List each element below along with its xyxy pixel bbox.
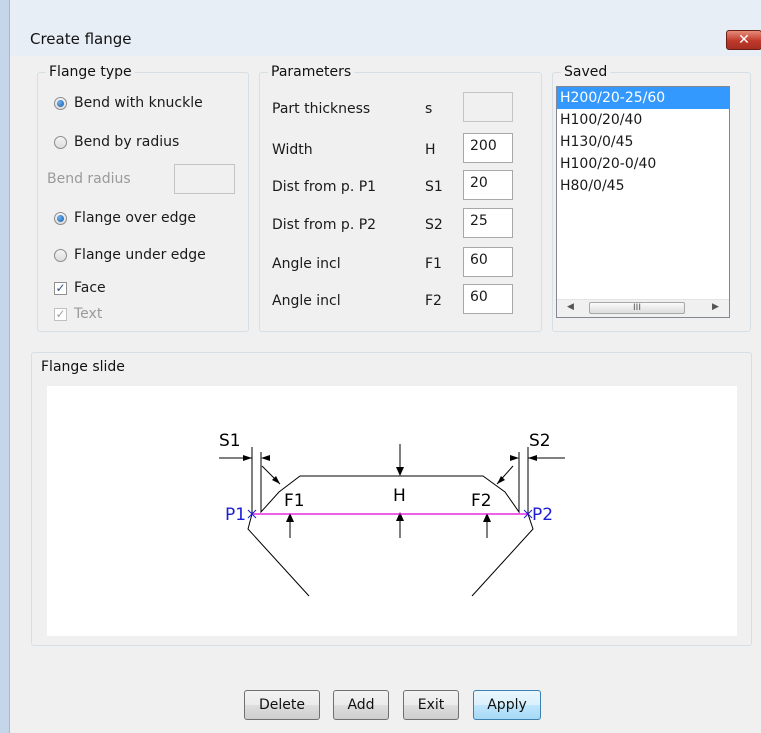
- radio-bend-by-radius[interactable]: Bend by radius: [54, 134, 179, 150]
- s2-arrow-icon: [528, 455, 537, 461]
- flange-slide-legend: Flange slide: [38, 359, 128, 375]
- param-label: Angle incl: [272, 256, 341, 272]
- parameters-legend: Parameters: [268, 64, 355, 80]
- param-label: Part thickness: [272, 101, 371, 117]
- face-checkbox[interactable]: ✓ Face: [54, 280, 106, 296]
- p2-label: P2: [532, 505, 553, 525]
- param-symbol: s: [425, 101, 433, 117]
- param-label: Dist from p. P2: [272, 217, 377, 233]
- saved-list-item[interactable]: H130/0/45: [557, 131, 729, 153]
- radio-label: Flange under edge: [74, 247, 206, 263]
- radio-indicator: [54, 211, 67, 225]
- h-arrow-icon: [396, 467, 404, 476]
- s1-arrow-icon: [243, 455, 252, 461]
- param-field-h[interactable]: 200: [463, 133, 513, 163]
- param-field-f1[interactable]: 60: [463, 247, 513, 277]
- param-symbol: S1: [425, 179, 443, 195]
- scroll-right-icon[interactable]: ▶: [712, 302, 719, 312]
- saved-list-item[interactable]: H80/0/45: [557, 175, 729, 197]
- saved-list-item[interactable]: H100/20/40: [557, 109, 729, 131]
- radio-flange-over-edge[interactable]: Flange over edge: [54, 210, 196, 226]
- p1-label: P1: [225, 505, 246, 525]
- param-field-s1[interactable]: 20: [463, 170, 513, 200]
- text-checkbox[interactable]: ✓ Text: [54, 306, 102, 322]
- param-label: Angle incl: [272, 293, 341, 309]
- add-button[interactable]: Add: [333, 690, 389, 720]
- window-title: Create flange: [30, 30, 132, 48]
- radio-bend-with-knuckle[interactable]: Bend with knuckle: [54, 95, 203, 111]
- param-symbol: H: [425, 142, 436, 158]
- f2-arrow-icon: [497, 476, 505, 484]
- flange-type-legend: Flange type: [46, 64, 135, 80]
- flange-diagram: S1 S2 F1 F2 H P1 P2: [219, 431, 565, 597]
- s1-arrow-icon: [261, 455, 270, 461]
- param-label: Dist from p. P1: [272, 179, 377, 195]
- radio-label: Bend by radius: [74, 134, 180, 150]
- checkmark-icon: ✓: [54, 280, 67, 295]
- bend-radius-label: Bend radius: [47, 171, 131, 187]
- radio-label: Flange over edge: [74, 210, 197, 226]
- param-label: Width: [272, 142, 313, 158]
- s1-label: S1: [219, 431, 241, 451]
- scroll-left-icon[interactable]: ◀: [567, 302, 574, 312]
- h-arrow-icon: [396, 512, 404, 521]
- s2-arrow-icon: [510, 455, 519, 461]
- saved-legend: Saved: [561, 64, 611, 80]
- radio-indicator: [54, 248, 67, 262]
- bend-radius-field[interactable]: [174, 164, 235, 194]
- horizontal-scrollbar[interactable]: ◀ III ▶: [557, 299, 729, 317]
- close-button[interactable]: ✕: [726, 30, 761, 50]
- radio-flange-under-edge[interactable]: Flange under edge: [54, 247, 206, 263]
- checkmark-icon: ✓: [54, 306, 67, 321]
- radio-indicator: [54, 135, 67, 149]
- checkbox-label: Face: [74, 280, 106, 296]
- delete-button[interactable]: Delete: [244, 690, 320, 720]
- s2-label: S2: [529, 431, 551, 451]
- radio-label: Bend with knuckle: [74, 95, 203, 111]
- param-symbol: S2: [425, 217, 443, 233]
- param-symbol: F2: [425, 293, 442, 309]
- flange-preview-canvas: S1 S2 F1 F2 H P1 P2: [47, 386, 737, 636]
- saved-list[interactable]: H200/20-25/60 H100/20/40 H130/0/45 H100/20-…: [556, 86, 730, 318]
- right-flange-wall: [471, 447, 534, 597]
- param-field-s2[interactable]: 25: [463, 208, 513, 238]
- f1-label: F1: [284, 491, 305, 511]
- exit-button[interactable]: Exit: [403, 690, 459, 720]
- f2-label: F2: [471, 491, 492, 511]
- h-label: H: [393, 486, 406, 506]
- radio-indicator: [54, 96, 67, 110]
- saved-list-item[interactable]: H100/20-0/40: [557, 153, 729, 175]
- apply-button[interactable]: Apply: [473, 690, 541, 720]
- param-field-s[interactable]: [463, 92, 513, 122]
- checkbox-label: Text: [74, 306, 103, 322]
- param-field-f2[interactable]: 60: [463, 284, 513, 314]
- left-flange-wall: [247, 447, 310, 597]
- window-frame: [0, 0, 10, 733]
- title-bar[interactable]: Create flange ✕: [10, 0, 761, 56]
- scroll-thumb[interactable]: III: [589, 302, 685, 314]
- param-symbol: F1: [425, 256, 442, 272]
- saved-list-item[interactable]: H200/20-25/60: [557, 87, 729, 109]
